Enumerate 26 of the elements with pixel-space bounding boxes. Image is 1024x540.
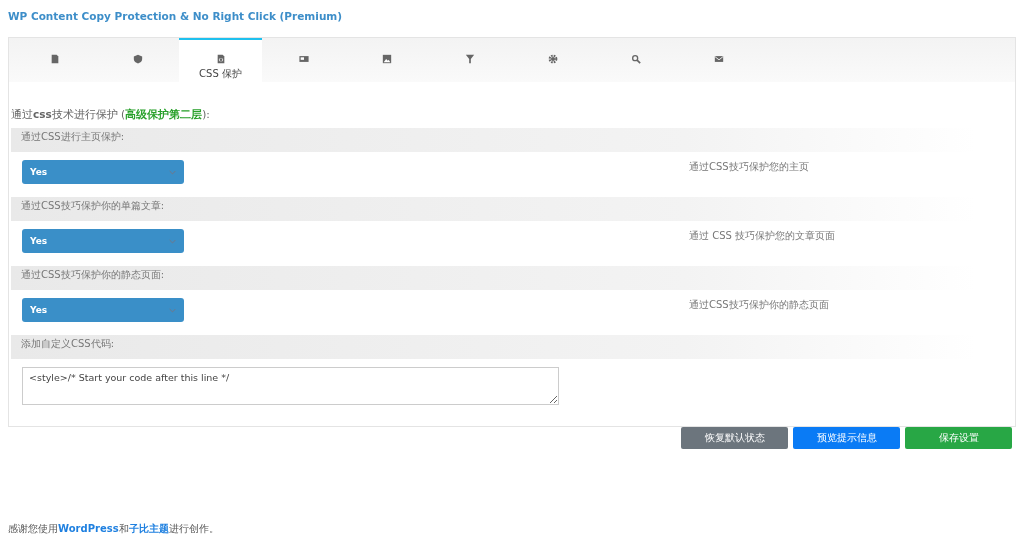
search-icon — [630, 54, 641, 64]
footer-text: 感谢您使用WordPress和子比主题进行创作。 — [8, 522, 219, 536]
dropdown-select[interactable]: Yes — [22, 160, 184, 184]
code-input-field[interactable]: <style>/* Start your code after this line */ — [22, 367, 559, 405]
chevron-icon — [169, 238, 176, 244]
action-button[interactable]: 预览提示信息 — [793, 427, 900, 449]
section-heading: 通过css技术进行保护 (高级保护第二层): — [11, 108, 211, 122]
wordpress-link[interactable]: WordPress — [58, 523, 119, 534]
image-icon — [381, 54, 392, 64]
setting-description: 通过CSS技巧保护您的主页 — [689, 160, 809, 174]
filter-icon — [464, 54, 475, 64]
dropdown-select[interactable]: Yes — [22, 229, 184, 253]
action-button[interactable]: 恢复默认状态 — [681, 427, 788, 449]
setting-description: 通过 CSS 技巧保护您的文章页面 — [689, 229, 836, 243]
envelope-icon — [713, 54, 724, 64]
document-icon — [49, 54, 60, 64]
action-button[interactable]: 保存设置 — [905, 427, 1012, 449]
theme-link[interactable]: 子比主题 — [128, 523, 169, 534]
chevron-icon — [169, 307, 176, 313]
chevron-icon — [169, 169, 176, 175]
setting-description: 通过CSS技巧保护你的静态页面 — [689, 298, 829, 312]
dropdown-select[interactable]: Yes — [22, 298, 184, 322]
tab[interactable]: CSS 保护 — [179, 38, 262, 82]
card-icon — [298, 54, 309, 64]
shield-icon — [132, 54, 143, 64]
plugin-title: WP Content Copy Protection & No Right Click (Premium) — [8, 10, 344, 24]
